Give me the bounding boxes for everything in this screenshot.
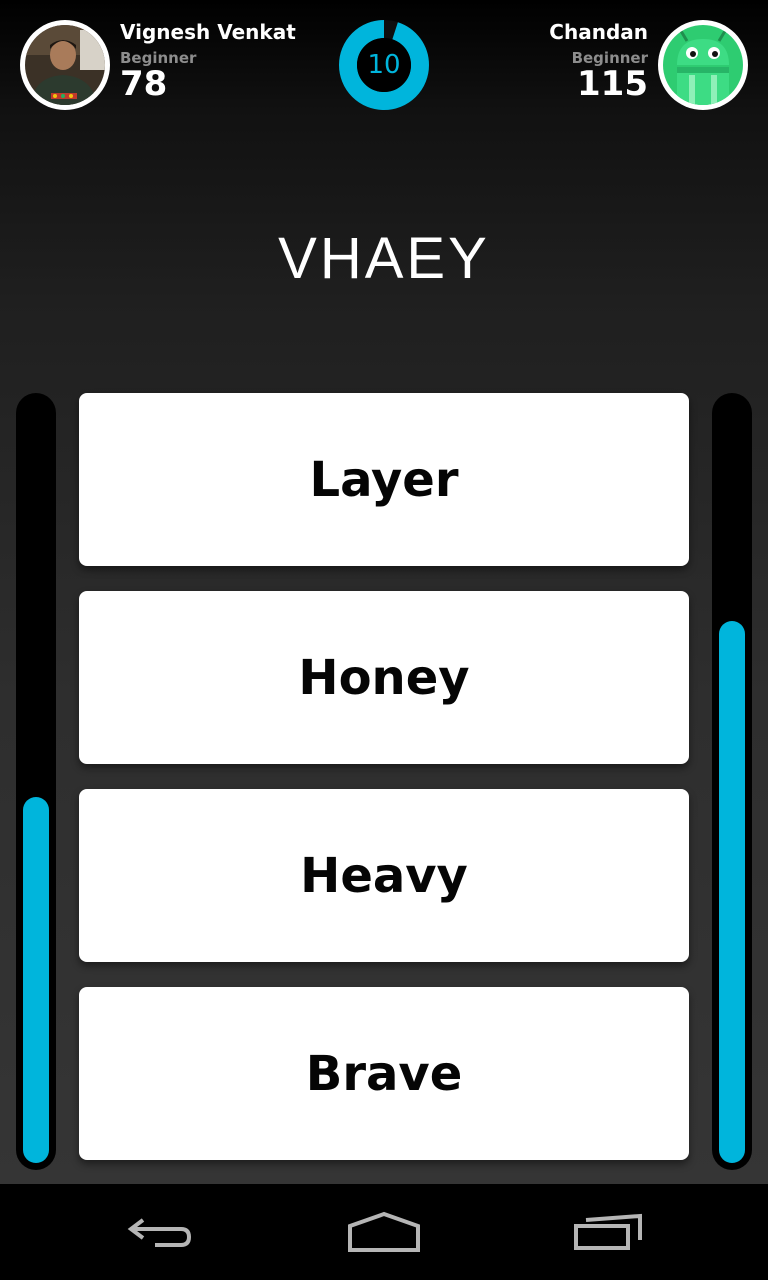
back-icon (127, 1218, 192, 1247)
answer-option-2[interactable]: Honey (79, 591, 689, 764)
player-left-avatar (20, 20, 110, 110)
recent-apps-icon (574, 1213, 642, 1250)
player-right-progress-fill (719, 621, 745, 1163)
player-left-progress-fill (23, 797, 49, 1163)
answer-option-4[interactable]: Brave (79, 987, 689, 1160)
answer-option-1[interactable]: Layer (79, 393, 689, 566)
answer-option-3[interactable]: Heavy (79, 789, 689, 962)
scrambled-word: VHAEY (278, 226, 490, 291)
system-navigation-bar (0, 1184, 768, 1280)
player-left-score: 78 (120, 64, 168, 104)
player-left-name: Vignesh Venkat (120, 20, 296, 44)
player-right-name: Chandan (549, 20, 648, 44)
player-photo-icon (25, 25, 105, 105)
home-icon (348, 1211, 420, 1252)
back-button[interactable] (100, 1184, 220, 1280)
countdown-timer: 10 (339, 20, 429, 110)
game-screen: Vignesh Venkat Beginner 78 10 Chandan Be… (0, 0, 768, 1184)
player-right-progress-bar (712, 393, 752, 1170)
recent-apps-button[interactable] (550, 1184, 670, 1280)
timer-value: 10 (367, 50, 401, 80)
player-left-progress-bar (16, 393, 56, 1170)
player-right-score: 115 (577, 64, 648, 104)
android-robot-icon (663, 25, 743, 105)
home-button[interactable] (324, 1184, 444, 1280)
player-right-avatar (658, 20, 748, 110)
